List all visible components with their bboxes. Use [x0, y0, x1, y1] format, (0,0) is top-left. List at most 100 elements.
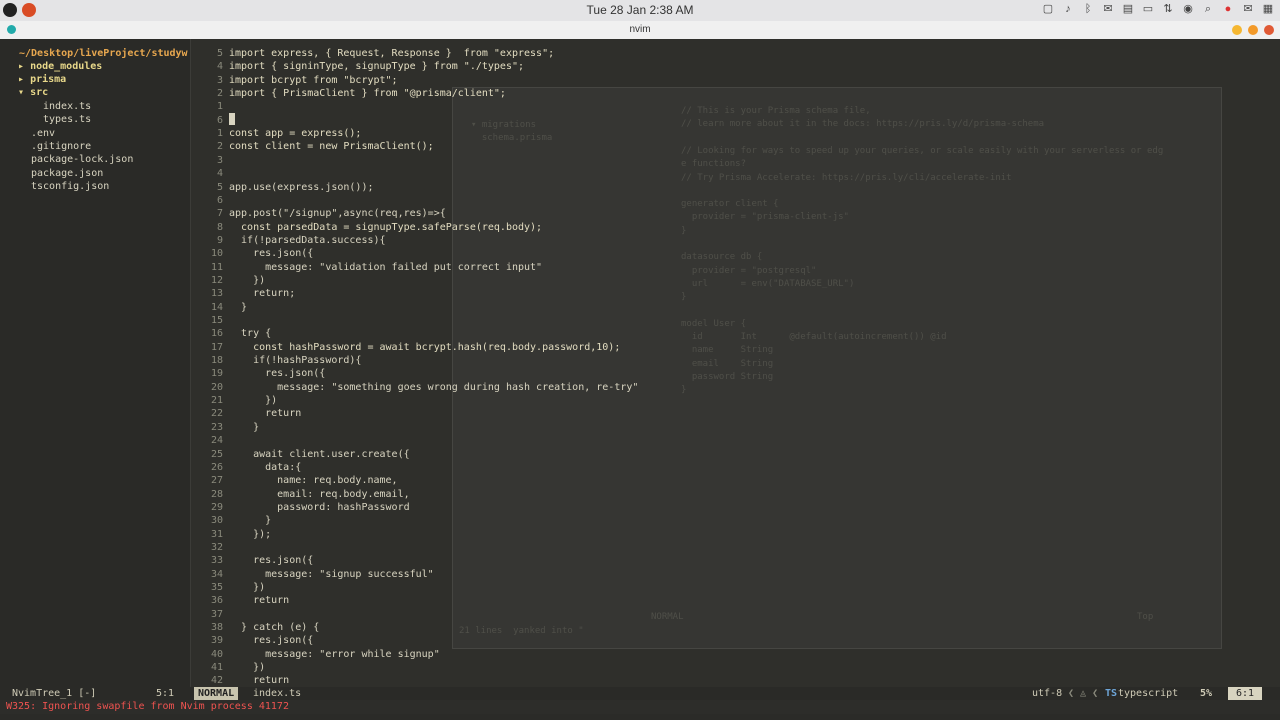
- line-number: 38: [210, 622, 223, 634]
- code-line[interactable]: res.json({: [229, 367, 325, 380]
- chat-icon[interactable]: ✉: [1102, 2, 1114, 16]
- code-line[interactable]: message: "signup successful": [229, 568, 434, 581]
- code-line[interactable]: }): [229, 394, 277, 407]
- code-line[interactable]: import express, { Request, Response } fr…: [229, 47, 554, 60]
- typescript-icon: TS: [1105, 688, 1118, 699]
- code-line[interactable]: res.json({: [229, 634, 313, 647]
- line-number: 28: [210, 488, 223, 500]
- code-line[interactable]: return: [229, 594, 289, 607]
- tree-item-env[interactable]: .env: [31, 127, 55, 140]
- chrome-icon[interactable]: ●: [1222, 2, 1234, 16]
- command-line[interactable]: W325: Ignoring swapfile from Nvim proces…: [0, 700, 1280, 714]
- code-line[interactable]: import { PrismaClient } from "@prisma/cl…: [229, 87, 506, 100]
- code-line[interactable]: app.use(express.json());: [229, 181, 374, 194]
- tree-item-prisma[interactable]: ▸ prisma: [18, 73, 66, 86]
- code-line[interactable]: }): [229, 661, 265, 674]
- line-number: 32: [210, 541, 223, 553]
- code-line[interactable]: return;: [229, 287, 295, 300]
- code-line[interactable]: const client = new PrismaClient();: [229, 140, 434, 153]
- line-number: 30: [210, 515, 223, 527]
- code-line[interactable]: email: req.body.email,: [229, 488, 409, 501]
- code-line[interactable]: } catch (e) {: [229, 621, 319, 634]
- mail-icon[interactable]: ✉: [1242, 2, 1254, 16]
- code-buffer[interactable]: import express, { Request, Response } fr…: [229, 39, 1279, 687]
- line-number: 15: [210, 315, 223, 326]
- line-number: 19: [210, 368, 223, 380]
- bluetooth-icon[interactable]: ᛒ: [1082, 2, 1094, 16]
- code-line[interactable]: const hashPassword = await bcrypt.hash(r…: [229, 341, 620, 354]
- network-icon[interactable]: ⇅: [1162, 2, 1174, 16]
- code-line[interactable]: try {: [229, 327, 271, 340]
- line-number: 7: [216, 208, 223, 220]
- notes-icon[interactable]: ▤: [1122, 2, 1134, 16]
- window-titlebar[interactable]: nvim: [0, 21, 1280, 39]
- search-icon[interactable]: ⌕: [1202, 2, 1214, 16]
- line-number: 6: [216, 114, 223, 126]
- display-icon[interactable]: ▭: [1142, 2, 1154, 16]
- tree-item-types-ts[interactable]: types.ts: [43, 113, 91, 126]
- line-number: 36: [210, 595, 223, 607]
- tree-item-package-json[interactable]: package.json: [31, 167, 103, 180]
- code-line[interactable]: }): [229, 274, 265, 287]
- code-line[interactable]: data:{: [229, 461, 301, 474]
- code-line[interactable]: res.json({: [229, 247, 313, 260]
- code-line[interactable]: message: "something goes wrong during ha…: [229, 381, 638, 394]
- code-line[interactable]: }): [229, 581, 265, 594]
- window-icon[interactable]: ▢: [1042, 2, 1054, 16]
- code-line[interactable]: password: hashPassword: [229, 501, 409, 514]
- close-button[interactable]: [1264, 25, 1274, 35]
- line-number: 41: [210, 662, 223, 674]
- line-number: 39: [210, 635, 223, 647]
- code-line[interactable]: message: "validation failed put correct …: [229, 261, 542, 274]
- line-number: 21: [210, 395, 223, 407]
- nvim-tree[interactable]: ~/Desktop/liveProject/studyw ▸ node_modu…: [0, 39, 191, 687]
- code-line[interactable]: app.post("/signup",async(req,res)=>{: [229, 207, 446, 220]
- tree-item-node-modules[interactable]: ▸ node_modules: [18, 60, 102, 73]
- code-line[interactable]: message: "error while signup": [229, 648, 440, 661]
- code-line[interactable]: }: [229, 514, 271, 527]
- tree-item-tsconfig[interactable]: tsconfig.json: [31, 180, 109, 193]
- tree-item-src[interactable]: ▾ src: [18, 86, 48, 99]
- line-number: 12: [210, 274, 223, 286]
- maximize-button[interactable]: [1248, 25, 1258, 35]
- code-line[interactable]: const app = express();: [229, 127, 361, 140]
- tree-item-index-ts[interactable]: index.ts: [43, 100, 91, 113]
- code-line[interactable]: if(!hashPassword){: [229, 354, 361, 367]
- minimize-button[interactable]: [1232, 25, 1242, 35]
- window-title: nvim: [629, 24, 651, 35]
- line-number: 42: [210, 675, 223, 687]
- tree-item-gitignore[interactable]: .gitignore: [31, 140, 91, 153]
- code-line[interactable]: });: [229, 528, 271, 541]
- code-line[interactable]: if(!parsedData.success){: [229, 234, 386, 247]
- code-line[interactable]: name: req.body.name,: [229, 474, 397, 487]
- code-line[interactable]: await client.user.create({: [229, 448, 410, 461]
- status-filetype: typescript: [1118, 688, 1179, 699]
- window-controls: [1232, 25, 1274, 35]
- code-line[interactable]: }: [229, 301, 247, 314]
- tree-item-package-lock[interactable]: package-lock.json: [31, 153, 133, 166]
- line-number: 1: [216, 101, 223, 113]
- line-number: 23: [210, 421, 223, 433]
- chevron-right-icon: ▸: [18, 61, 25, 72]
- code-line[interactable]: import bcrypt from "bcrypt";: [229, 74, 398, 87]
- volume-icon[interactable]: ♪: [1062, 2, 1074, 16]
- code-line[interactable]: }: [229, 421, 259, 434]
- line-number: 14: [210, 301, 223, 313]
- status-tree-name: NvimTree_1 [-]: [12, 688, 97, 699]
- separator-icon: ❮ ◬ ❮: [1068, 688, 1099, 699]
- code-line[interactable]: const parsedData = signupType.safeParse(…: [229, 221, 542, 234]
- code-line[interactable]: return: [229, 407, 301, 420]
- line-number: 6: [216, 194, 223, 206]
- code-line[interactable]: import { signinType, signupType } from "…: [229, 60, 524, 73]
- line-number: 24: [210, 435, 223, 447]
- line-number: 18: [210, 355, 223, 367]
- line-number: 4: [216, 168, 223, 180]
- nvim-editor[interactable]: ~/Desktop/liveProject/studyw ▸ node_modu…: [0, 39, 1280, 706]
- location-icon[interactable]: ◉: [1182, 2, 1194, 16]
- code-line[interactable]: return: [229, 674, 289, 687]
- line-number: 13: [210, 288, 223, 300]
- grid-icon[interactable]: ▦: [1262, 2, 1274, 16]
- tree-root[interactable]: ~/Desktop/liveProject/studyw: [19, 47, 188, 60]
- line-number: 33: [210, 555, 223, 567]
- code-line[interactable]: res.json({: [229, 554, 313, 567]
